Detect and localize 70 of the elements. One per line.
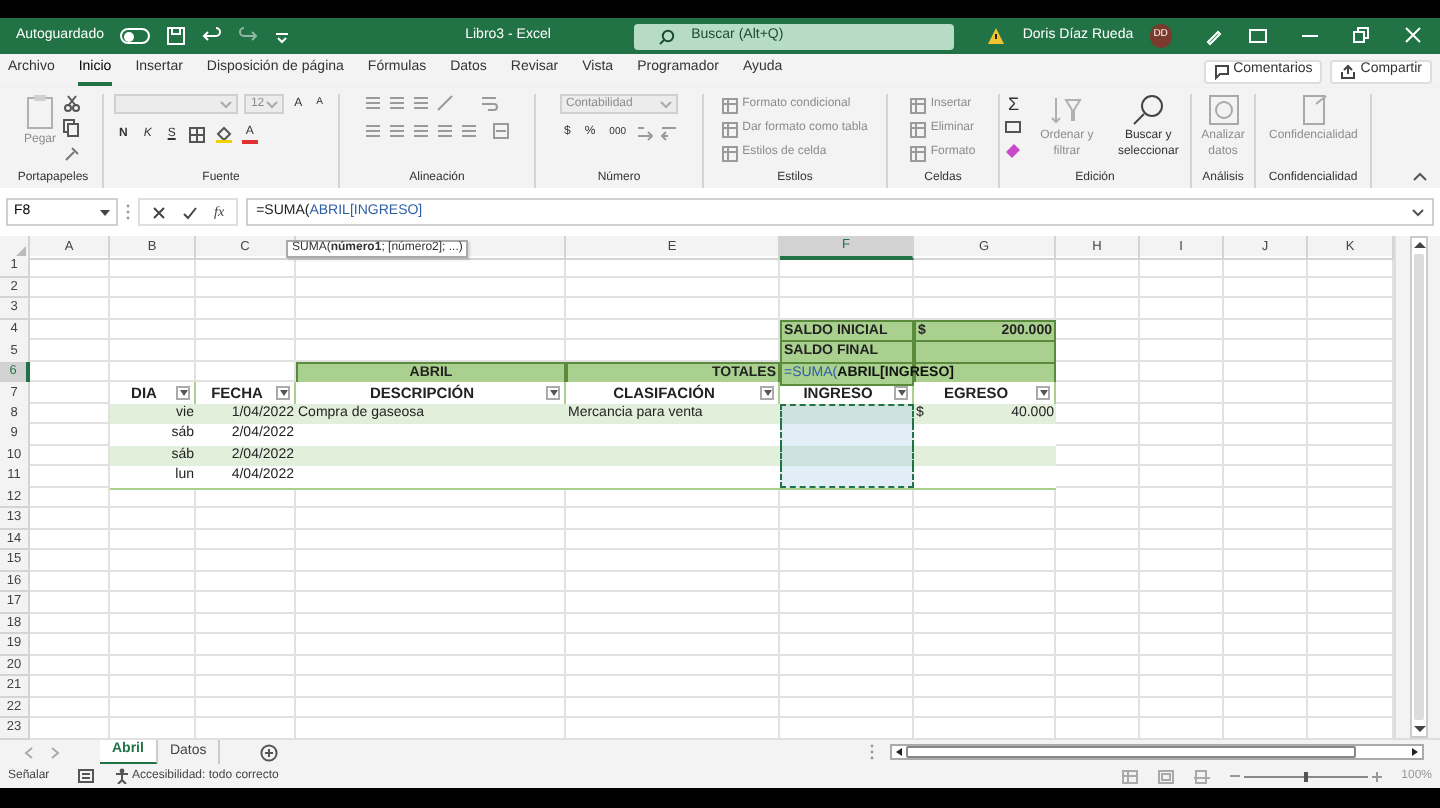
table-grid-icon — [722, 97, 739, 113]
filter-button[interactable] — [894, 386, 908, 401]
macro-icon[interactable] — [78, 768, 94, 784]
wrap-text-icon[interactable] — [480, 94, 498, 112]
align-right-icon[interactable] — [412, 122, 430, 140]
document-icon — [1297, 94, 1329, 126]
filter-button[interactable] — [176, 386, 190, 401]
customize-icon[interactable] — [274, 28, 291, 44]
sort-filter-icon — [1050, 94, 1083, 126]
caret-icon — [1412, 207, 1424, 217]
copy-icon[interactable] — [62, 118, 82, 138]
comment-icon — [1213, 63, 1230, 79]
clipboard-icon — [23, 94, 56, 130]
pen-icon[interactable] — [1204, 26, 1224, 46]
scroll-right-icon[interactable] — [1408, 746, 1422, 758]
save-icon[interactable] — [166, 26, 187, 46]
undo-icon[interactable] — [202, 26, 223, 46]
indent-decrease-icon[interactable] — [436, 122, 454, 140]
collapse-ribbon-icon[interactable] — [1412, 170, 1428, 184]
caret-icon — [660, 99, 673, 109]
align-bottom-icon[interactable] — [412, 94, 430, 112]
restore-icon[interactable] — [1352, 26, 1372, 46]
close-icon[interactable] — [1404, 26, 1424, 46]
borders-icon[interactable] — [187, 125, 206, 143]
search-icon — [657, 27, 676, 45]
align-top-icon[interactable] — [364, 94, 382, 112]
search-icon — [1132, 94, 1165, 126]
caret-icon — [549, 390, 557, 397]
horizontal-scrollbar[interactable] — [890, 744, 1424, 760]
indent-increase-icon[interactable] — [460, 122, 478, 140]
caret-icon — [179, 390, 187, 397]
merge-icon[interactable] — [492, 122, 510, 140]
table-grid-icon — [722, 121, 739, 137]
align-left-icon[interactable] — [364, 122, 382, 140]
align-center-icon[interactable] — [388, 122, 406, 140]
caret-icon — [220, 99, 233, 109]
display-icon[interactable] — [1248, 26, 1268, 46]
caret-icon — [279, 390, 287, 397]
caret-icon — [763, 390, 771, 397]
share-icon — [1340, 63, 1357, 79]
accessibility-icon[interactable] — [114, 768, 130, 784]
caret-icon — [897, 390, 905, 397]
decrease-decimal-icon[interactable] — [660, 124, 679, 142]
filter-button[interactable] — [546, 386, 560, 401]
increase-decimal-icon[interactable] — [636, 124, 655, 142]
table-grid-icon — [910, 121, 927, 137]
scissors-icon[interactable] — [62, 94, 82, 112]
zoom-out-icon[interactable] — [1229, 772, 1240, 780]
filter-button[interactable] — [276, 386, 290, 401]
caret-icon — [266, 99, 279, 109]
dropdown-icon — [100, 209, 110, 215]
filter-button[interactable] — [1036, 386, 1050, 401]
caret-icon — [1039, 390, 1047, 397]
align-middle-icon[interactable] — [388, 94, 406, 112]
table-grid-icon — [910, 97, 927, 113]
warning-icon — [986, 26, 1007, 46]
autosave-toggle[interactable] — [119, 28, 151, 44]
filter-button[interactable] — [760, 386, 774, 401]
table-grid-icon — [722, 145, 739, 161]
zoom-in-icon[interactable] — [1371, 771, 1382, 781]
add-sheet-icon[interactable] — [260, 743, 279, 761]
cancel-icon[interactable] — [152, 205, 166, 219]
check-icon[interactable] — [182, 205, 198, 219]
scroll-left-icon[interactable] — [892, 746, 906, 758]
fill-color-icon[interactable] — [213, 124, 234, 144]
format-button[interactable]: Σ — [1004, 94, 1024, 114]
orientation-icon[interactable] — [436, 94, 454, 112]
vertical-scrollbar[interactable] — [1409, 236, 1427, 738]
redo-icon[interactable] — [238, 26, 259, 46]
table-grid-icon — [910, 145, 927, 161]
